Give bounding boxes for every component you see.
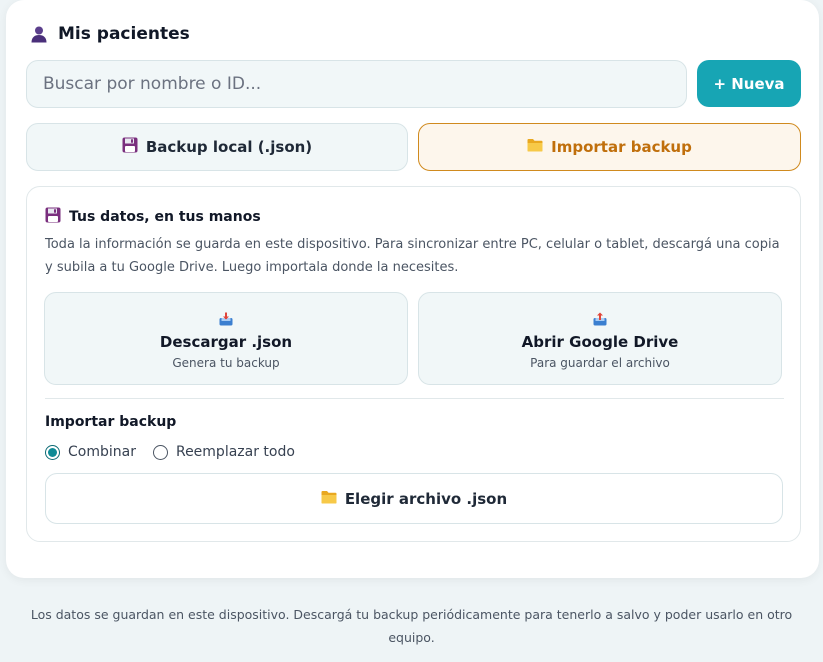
radio-reemplazar-todo-control[interactable]: [152, 444, 168, 460]
download-json-button[interactable]: Descargar .json Genera tu backup: [44, 292, 408, 385]
inbox-tray-icon: [219, 311, 233, 330]
header: Mis pacientes: [30, 22, 190, 46]
choose-file-label: Elegir archivo .json: [344, 489, 508, 508]
radio-combinar-label: Combinar: [68, 444, 136, 460]
footer-note: Los datos se guardan en este dispositivo…: [30, 607, 793, 645]
panel-title-text: Tus datos, en tus manos: [69, 209, 261, 225]
radio-combinar[interactable]: Combinar: [45, 444, 136, 460]
open-google-drive-label: Abrir Google Drive: [521, 333, 679, 351]
person-icon: [30, 25, 48, 43]
new-patient-button[interactable]: + Nueva: [697, 60, 801, 107]
panel-title: Tus datos, en tus manos: [45, 207, 261, 227]
radio-reemplazar-todo-label: Reemplazar todo: [175, 444, 295, 460]
panel-description: Toda la información se guarda en este di…: [45, 237, 780, 275]
open-google-drive-sub: Para guardar el archivo: [530, 356, 670, 370]
divider: [45, 398, 784, 399]
floppy-disk-icon: [45, 207, 61, 227]
radio-reemplazar-todo[interactable]: Reemplazar todo: [152, 444, 295, 460]
page-title: Mis pacientes: [58, 24, 190, 44]
folder-icon: [527, 138, 543, 156]
radio-combinar-control[interactable]: [45, 444, 60, 460]
backup-local-button[interactable]: Backup local (.json): [26, 123, 408, 171]
download-json-sub: Genera tu backup: [172, 356, 280, 370]
floppy-disk-icon: [122, 137, 138, 157]
import-mode-radio-group: Combinar Reemplazar todo: [45, 442, 312, 462]
import-backup-label: Importar backup: [551, 138, 692, 156]
folder-icon: [321, 490, 337, 508]
backup-local-label: Backup local (.json): [145, 138, 313, 156]
choose-file-button[interactable]: Elegir archivo .json: [45, 473, 783, 524]
search-input[interactable]: [26, 60, 687, 108]
download-json-label: Descargar .json: [159, 333, 293, 351]
import-backup-button[interactable]: Importar backup: [418, 123, 801, 171]
outbox-tray-icon: [593, 311, 607, 330]
import-section-title: Importar backup: [45, 414, 177, 430]
open-google-drive-button[interactable]: Abrir Google Drive Para guardar el archi…: [418, 292, 782, 385]
patients-card: Mis pacientes + Nueva Backup local (.jso…: [6, 0, 819, 578]
data-panel: Tus datos, en tus manos Toda la informac…: [26, 186, 801, 542]
